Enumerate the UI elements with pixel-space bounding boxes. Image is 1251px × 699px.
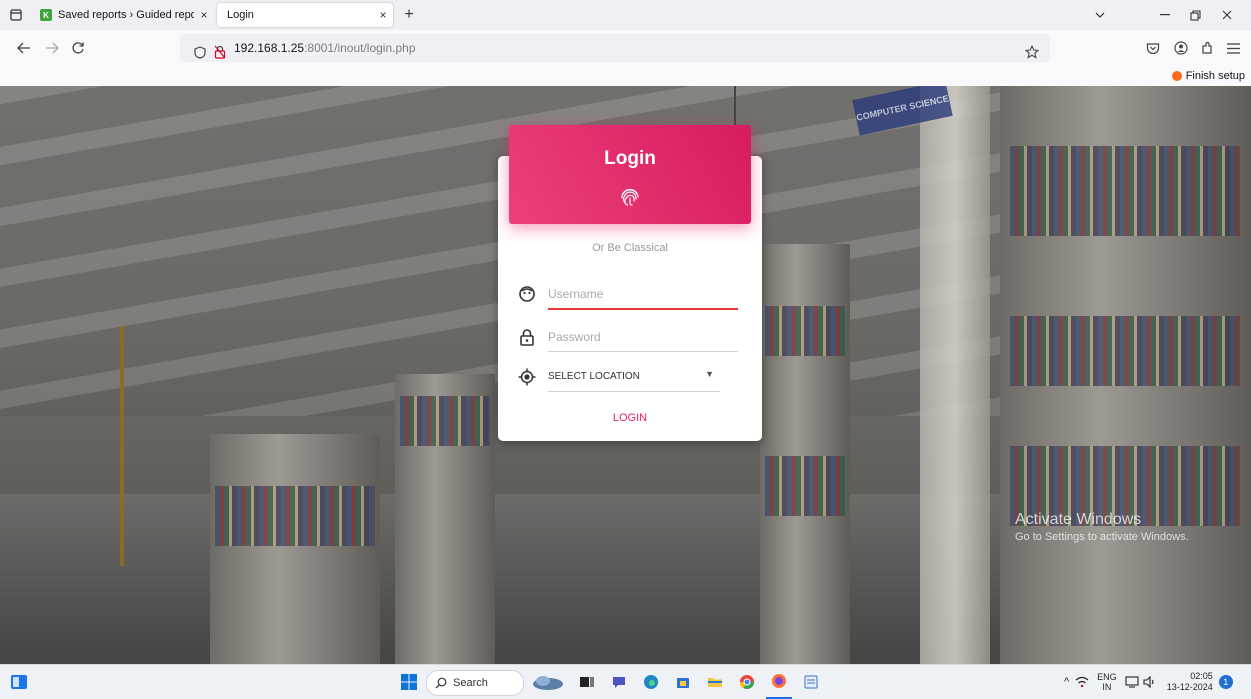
lock-icon	[518, 328, 536, 346]
shield-icon[interactable]	[192, 34, 208, 70]
login-card-header: Login	[509, 125, 751, 224]
username-field	[548, 281, 738, 310]
task-view-widget-icon[interactable]	[6, 665, 32, 699]
clock-date: 13-12-2024	[1166, 682, 1213, 692]
restore-window-icon[interactable]	[1180, 0, 1210, 30]
extensions-icon[interactable]	[1196, 30, 1218, 66]
speaker-icon[interactable]	[1143, 676, 1157, 688]
login-title: Login	[604, 148, 656, 169]
chrome-browser-icon[interactable]	[734, 665, 760, 699]
location-selected-value: SELECT LOCATION	[548, 371, 640, 382]
url-path: :8001/inout/login.php	[304, 41, 416, 55]
taskbar-search-box[interactable]: Search	[426, 670, 524, 696]
forward-arrow-icon[interactable]	[40, 30, 64, 66]
location-row: SELECT LOCATION ▼	[518, 364, 742, 392]
firefox-icon	[1171, 71, 1182, 81]
address-bar[interactable]: 192.168.1.25:8001/inout/login.php	[180, 34, 1050, 62]
books-decor	[1010, 316, 1240, 386]
windows-start-icon[interactable]	[396, 665, 422, 699]
bookmark-star-icon[interactable]	[1022, 34, 1042, 70]
insecure-lock-icon[interactable]	[212, 34, 228, 70]
setup-bar: Finish setup	[0, 66, 1251, 86]
tab-login[interactable]: Login ×	[217, 3, 393, 27]
username-input[interactable]	[548, 283, 738, 305]
new-tab-button[interactable]: +	[398, 0, 420, 30]
location-select[interactable]: SELECT LOCATION ▼	[548, 364, 720, 392]
show-hidden-icons-chevron-icon[interactable]: ^	[1064, 676, 1069, 688]
fingerprint-icon[interactable]	[618, 185, 642, 209]
language-indicator[interactable]: ENG IN	[1097, 672, 1117, 692]
dropdown-caret-icon: ▼	[705, 369, 714, 379]
app-window-icon[interactable]	[798, 665, 824, 699]
clock-time: 02:05	[1190, 671, 1213, 681]
password-input[interactable]	[548, 326, 738, 348]
gps-location-icon	[518, 368, 536, 386]
koha-favicon-icon: K	[40, 9, 52, 21]
books-decor	[400, 396, 490, 446]
clock[interactable]: 02:05 13-12-2024	[1167, 671, 1213, 693]
pillar-decor	[920, 86, 990, 664]
tab-title: Saved reports › Guided reports ›	[58, 9, 194, 21]
login-subtitle: Or Be Classical	[592, 242, 668, 254]
network-icon[interactable]	[1075, 676, 1089, 688]
url-host: 192.168.1.25	[234, 41, 305, 55]
books-decor	[765, 456, 845, 516]
system-tray: ^ ENG IN 02:05 13-12-2024 1	[1064, 665, 1233, 699]
language-bottom: IN	[1102, 682, 1112, 692]
edge-browser-icon[interactable]	[638, 665, 664, 699]
notification-badge[interactable]: 1	[1218, 675, 1233, 689]
hamburger-menu-icon[interactable]	[1222, 30, 1244, 66]
pocket-icon[interactable]	[1142, 30, 1164, 66]
weather-widget-icon[interactable]	[528, 665, 568, 699]
face-icon	[518, 285, 536, 303]
tab-strip: K Saved reports › Guided reports › × Log…	[0, 0, 1251, 30]
activate-windows-title: Activate Windows	[1015, 511, 1142, 528]
back-arrow-icon[interactable]	[12, 30, 36, 66]
chat-icon[interactable]	[606, 665, 632, 699]
taskbar-search-label: Search	[453, 677, 488, 689]
url-text[interactable]: 192.168.1.25:8001/inout/login.php	[234, 34, 416, 62]
task-view-icon[interactable]	[574, 665, 600, 699]
tab-list-chevron-icon[interactable]	[1090, 0, 1110, 30]
books-decor	[215, 486, 375, 546]
lamp-decor	[120, 326, 124, 566]
password-field	[548, 324, 738, 352]
books-decor	[765, 306, 845, 356]
close-tab-icon[interactable]: ×	[194, 8, 214, 22]
navigation-toolbar: 192.168.1.25:8001/inout/login.php	[0, 30, 1251, 66]
close-tab-icon[interactable]: ×	[373, 8, 393, 22]
display-icon[interactable]	[1125, 676, 1139, 688]
file-explorer-icon[interactable]	[702, 665, 728, 699]
password-row	[518, 324, 742, 352]
login-button[interactable]: LOGIN	[580, 407, 680, 429]
books-decor	[1010, 146, 1240, 236]
windows-taskbar: Search ^ ENG IN 02:05 13-12-2024 1	[0, 664, 1251, 699]
close-window-icon[interactable]	[1212, 0, 1242, 30]
firefox-taskbar-icon[interactable]	[766, 665, 792, 699]
tab-title: Login	[227, 9, 254, 21]
reload-icon[interactable]	[66, 30, 90, 66]
account-icon[interactable]	[1170, 30, 1192, 66]
tab-saved-reports[interactable]: K Saved reports › Guided reports › ×	[32, 3, 214, 27]
finish-setup-label: Finish setup	[1185, 70, 1245, 82]
language-top: ENG	[1097, 672, 1117, 682]
minimize-window-icon[interactable]	[1150, 0, 1180, 30]
activate-windows-subtitle: Go to Settings to activate Windows.	[1015, 531, 1189, 543]
shelf-decor	[210, 434, 380, 664]
activate-windows-watermark: Activate Windows Go to Settings to activ…	[1015, 511, 1189, 543]
store-icon[interactable]	[670, 665, 696, 699]
finish-setup-button[interactable]: Finish setup	[1171, 68, 1245, 84]
search-icon	[435, 677, 447, 689]
list-all-tabs-icon[interactable]	[4, 0, 28, 30]
username-row	[518, 281, 742, 310]
